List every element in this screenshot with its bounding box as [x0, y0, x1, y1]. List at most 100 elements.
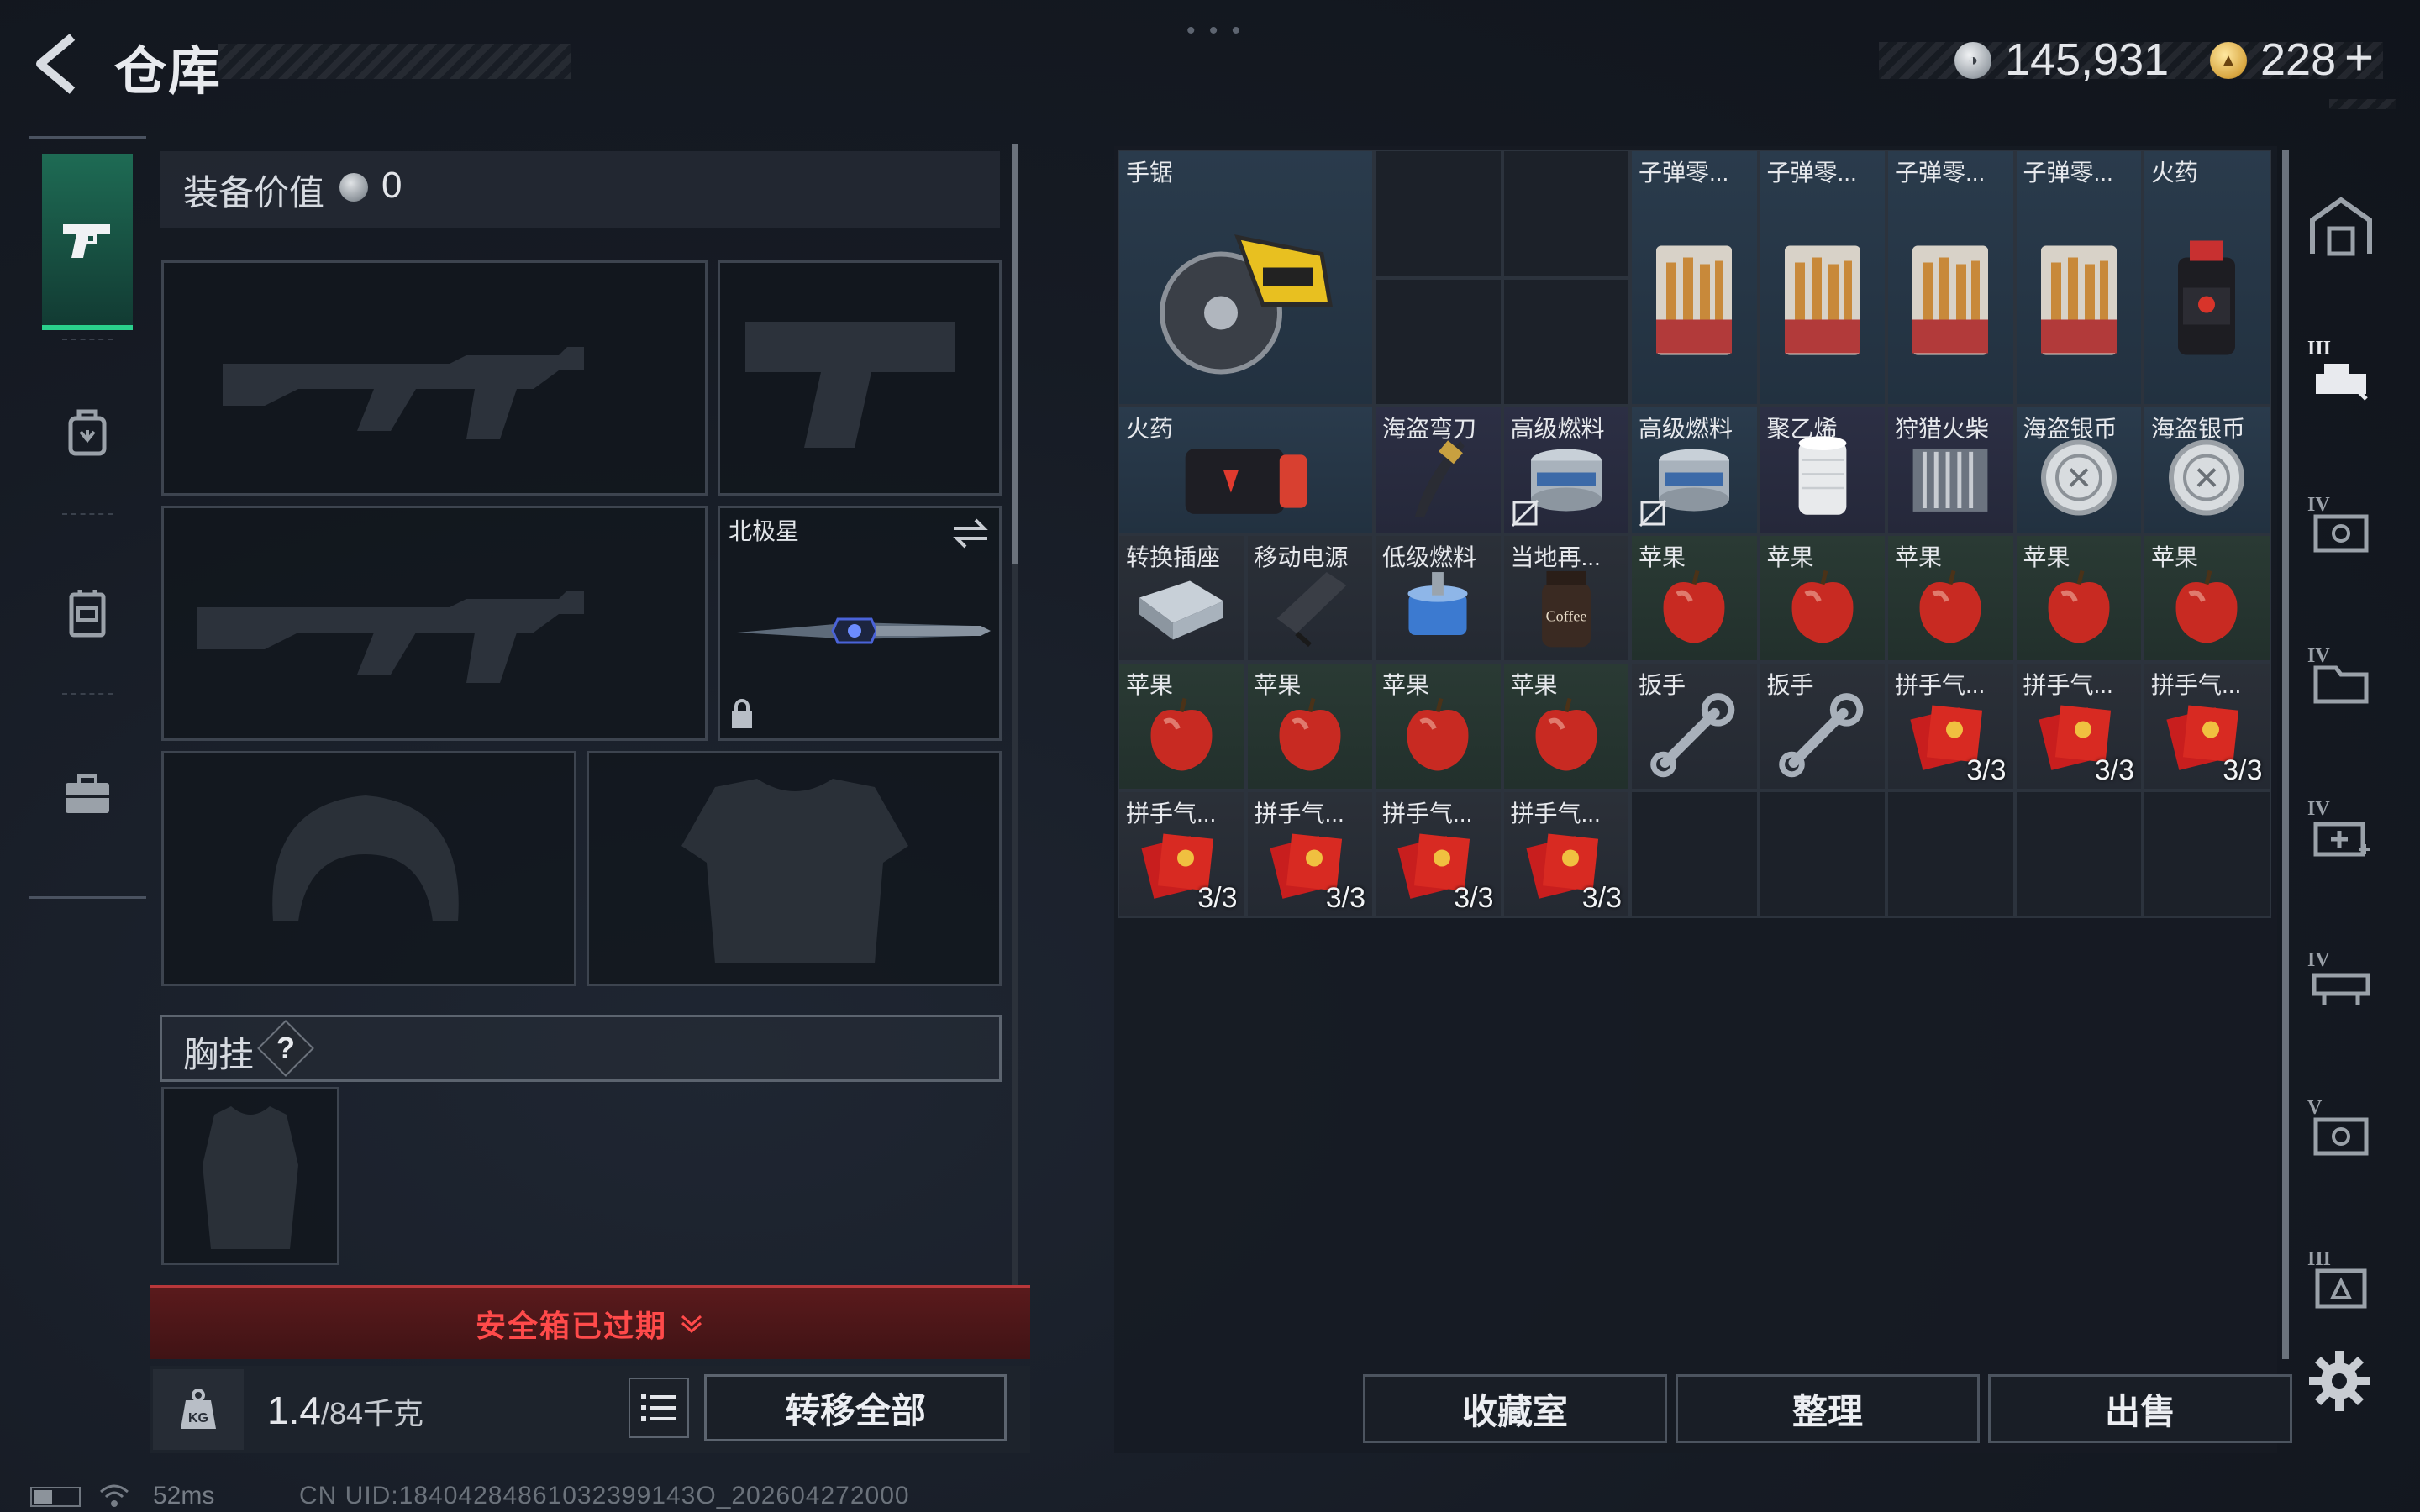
- helmet-silhouette-icon: [272, 795, 459, 921]
- primary-weapon-slot[interactable]: [161, 260, 708, 496]
- empty-slot[interactable]: [1374, 277, 1502, 406]
- storage-item[interactable]: 拼手气... 3/3: [1502, 790, 1630, 918]
- warehouse-home-button[interactable]: [2302, 188, 2380, 265]
- tab-vest[interactable]: [29, 525, 146, 701]
- svg-text:KG: KG: [188, 1411, 208, 1425]
- storage-item[interactable]: 苹果: [1118, 662, 1246, 790]
- storage-item[interactable]: 狩猎火柴: [1886, 406, 2015, 534]
- storage-item[interactable]: 海盗银币: [2143, 406, 2271, 534]
- sell-button[interactable]: 出售: [1988, 1374, 2292, 1443]
- loadout-scrollbar[interactable]: [1012, 144, 1018, 564]
- drag-handle[interactable]: • • •: [1186, 17, 1244, 45]
- safe-box-expired-banner[interactable]: 安全箱已过期: [150, 1285, 1030, 1359]
- chest-rig-slot[interactable]: [161, 1087, 339, 1265]
- storage-item[interactable]: 拼手气... 3/3: [1886, 662, 2015, 790]
- storage-item[interactable]: 苹果: [1630, 533, 1759, 662]
- storage-item[interactable]: 苹果: [1886, 533, 2015, 662]
- empty-slot[interactable]: [1502, 277, 1630, 406]
- fuel-burner-icon: [1392, 560, 1484, 656]
- storage-item[interactable]: 扳手: [1758, 662, 1886, 790]
- left-tab-bar: [29, 136, 146, 899]
- collection-room-button[interactable]: 收藏室: [1363, 1374, 1667, 1443]
- storage-item[interactable]: 高级燃料: [1502, 406, 1630, 534]
- item-name: 子弹零...: [1766, 160, 1857, 186]
- empty-slot[interactable]: [1630, 790, 1759, 918]
- tab-divider: [62, 693, 113, 695]
- storage-item[interactable]: 苹果: [1374, 662, 1502, 790]
- empty-slot[interactable]: [1758, 790, 1886, 918]
- item-name: 火药: [2151, 160, 2199, 186]
- storage-item[interactable]: 苹果: [2014, 533, 2143, 662]
- storage-item[interactable]: 子弹零...: [1630, 150, 1759, 406]
- storage-item[interactable]: 移动电源: [1245, 533, 1374, 662]
- secondary-weapon-slot[interactable]: [161, 506, 708, 741]
- storage-item[interactable]: 聚乙烯: [1758, 406, 1886, 534]
- storage-item[interactable]: 苹果: [2143, 533, 2271, 662]
- storage-item[interactable]: 低级燃料: [1374, 533, 1502, 662]
- storage-item[interactable]: 海盗银币: [2014, 406, 2143, 534]
- rifle-silhouette-icon: [197, 591, 584, 683]
- storage-item[interactable]: 子弹零...: [2014, 150, 2143, 406]
- storage-item[interactable]: 子弹零...: [1886, 150, 2015, 406]
- item-name: 手锯: [1126, 160, 1174, 186]
- empty-slot[interactable]: [1374, 150, 1502, 278]
- gold-coin-icon: ▲: [2210, 42, 2247, 79]
- melee-name: 北极星: [729, 518, 800, 544]
- silver-coin-icon: [2165, 436, 2249, 524]
- apple-icon: [1781, 564, 1865, 652]
- storage-expansion-iv-3[interactable]: IV: [2302, 795, 2380, 872]
- storage-expansion-iv-1[interactable]: IV: [2302, 491, 2380, 568]
- storage-item[interactable]: 苹果: [1758, 533, 1886, 662]
- polyethylene-roll-icon: [1787, 432, 1857, 528]
- storage-expansion-iii[interactable]: III: [2302, 1245, 2380, 1322]
- storage-item[interactable]: 拼手气... 3/3: [1245, 790, 1374, 918]
- armor-slot[interactable]: [587, 751, 1002, 986]
- tab-case[interactable]: [29, 706, 146, 883]
- list-view-button[interactable]: [629, 1378, 689, 1438]
- tab-backpack[interactable]: [29, 344, 146, 520]
- storage-item[interactable]: 扳手: [1630, 662, 1759, 790]
- empty-slot[interactable]: [1886, 790, 2015, 918]
- storage-item[interactable]: 火药: [1118, 406, 1374, 534]
- empty-slot[interactable]: [2014, 790, 2143, 918]
- storage-item[interactable]: 海盗弯刀: [1374, 406, 1502, 534]
- armor-vest-silhouette-icon: [681, 779, 908, 963]
- storage-scrollbar[interactable]: [2282, 150, 2289, 1359]
- swap-icon[interactable]: [950, 517, 991, 550]
- item-count: 3/3: [1581, 882, 1622, 914]
- storage-item[interactable]: 拼手气... 3/3: [2143, 662, 2271, 790]
- storage-item[interactable]: 苹果: [1245, 662, 1374, 790]
- storage-item[interactable]: 当地再... Coffee: [1502, 533, 1630, 662]
- storage-item[interactable]: 拼手气... 3/3: [1374, 790, 1502, 918]
- back-arrow-icon[interactable]: [29, 30, 87, 97]
- storage-item[interactable]: 拼手气... 3/3: [2014, 662, 2143, 790]
- backpack-icon: [68, 409, 107, 456]
- add-gold-button[interactable]: +: [2344, 29, 2374, 87]
- helmet-slot[interactable]: [161, 751, 576, 986]
- storage-expansion-iv-2[interactable]: IV: [2302, 642, 2380, 719]
- transfer-all-button[interactable]: 转移全部: [704, 1374, 1007, 1441]
- vest-icon: [69, 590, 106, 638]
- storage-expansion-iv-4[interactable]: IV: [2302, 946, 2380, 1023]
- empty-slot[interactable]: [2143, 790, 2271, 918]
- empty-slot[interactable]: [1502, 150, 1630, 278]
- organize-button[interactable]: 整理: [1676, 1374, 1980, 1443]
- warehouse-icon: [2310, 197, 2372, 256]
- sidearm-slot[interactable]: [718, 260, 1002, 496]
- gunpowder-bottle-icon: [2165, 228, 2249, 367]
- tab-weapons[interactable]: [42, 154, 133, 330]
- apple-icon: [1396, 692, 1480, 780]
- melee-slot[interactable]: 北极星: [718, 506, 1002, 741]
- storage-item[interactable]: 苹果: [1502, 662, 1630, 790]
- storage-item[interactable]: 手锯: [1118, 150, 1374, 406]
- item-count: 3/3: [1325, 882, 1365, 914]
- gear-icon[interactable]: [2306, 1347, 2373, 1415]
- storage-item[interactable]: 拼手气... 3/3: [1118, 790, 1246, 918]
- storage-item[interactable]: 转换插座: [1118, 533, 1246, 662]
- storage-expansion-v[interactable]: V: [2302, 1094, 2380, 1171]
- storage-item[interactable]: 子弹零...: [1758, 150, 1886, 406]
- storage-item[interactable]: 火药: [2143, 150, 2271, 406]
- storage-expansion-iii-active[interactable]: III: [2302, 334, 2380, 412]
- storage-item[interactable]: 高级燃料: [1630, 406, 1759, 534]
- item-name: 子弹零...: [1639, 160, 1729, 186]
